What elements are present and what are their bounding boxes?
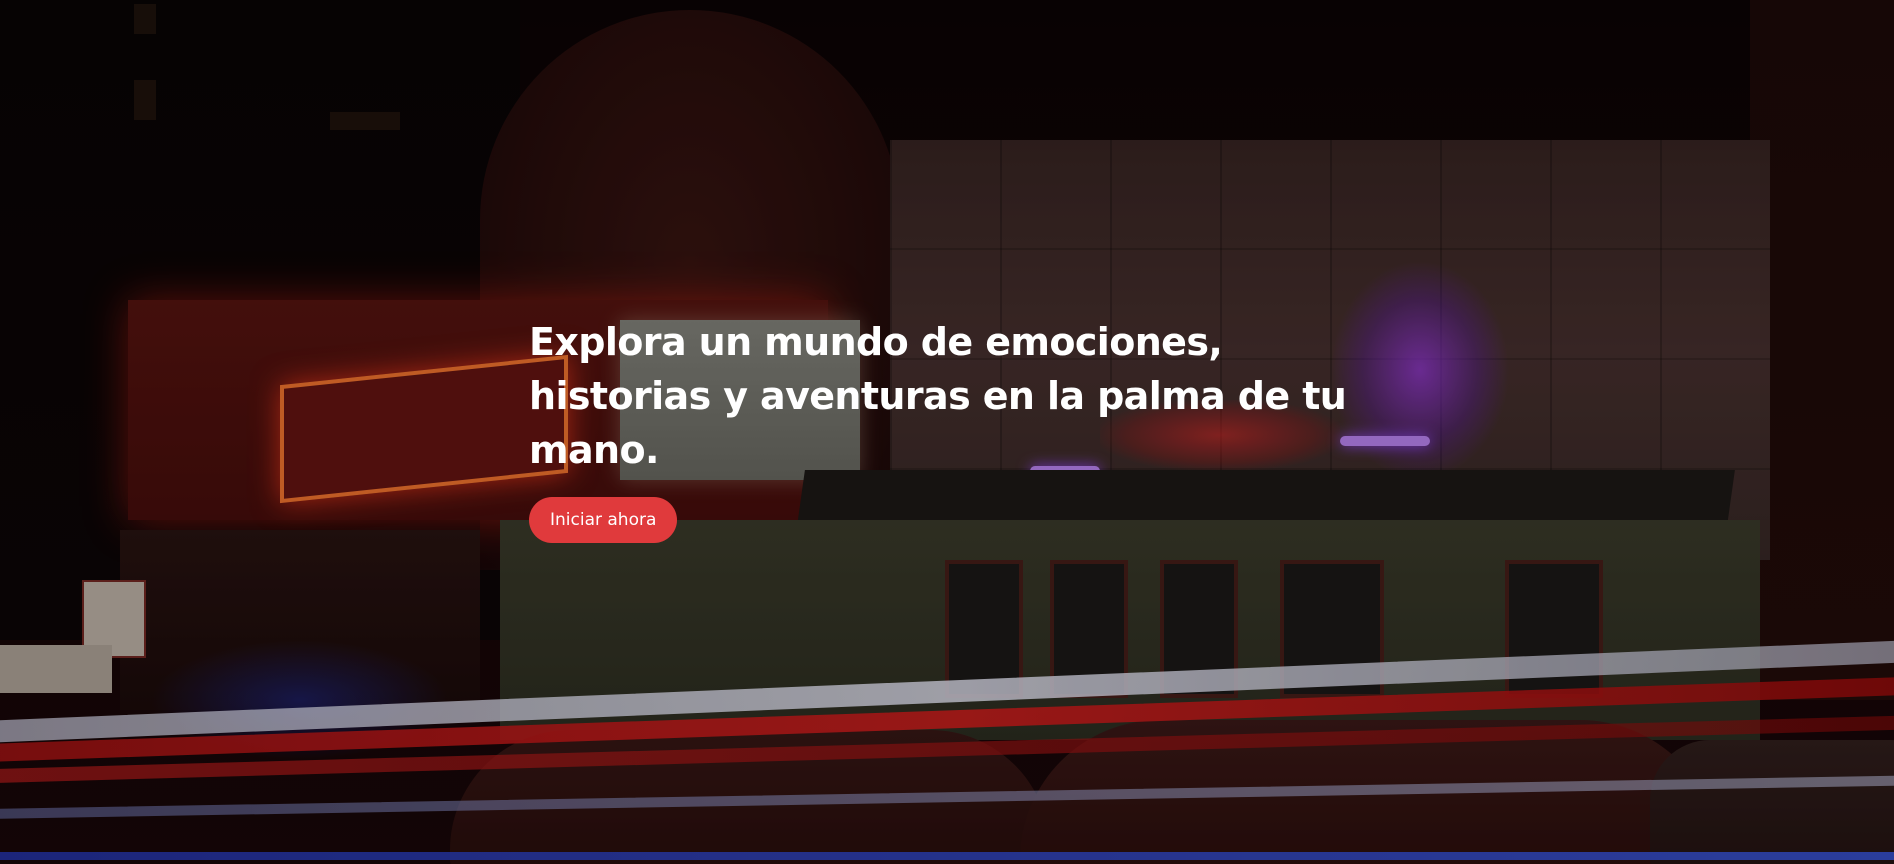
start-now-button[interactable]: Iniciar ahora	[529, 497, 678, 543]
hero-headline: Explora un mundo de emociones, historias…	[529, 320, 1347, 472]
hero-section: Explora un mundo de emociones, historias…	[0, 0, 1894, 864]
hero-content: Explora un mundo de emociones, historias…	[529, 315, 1429, 543]
